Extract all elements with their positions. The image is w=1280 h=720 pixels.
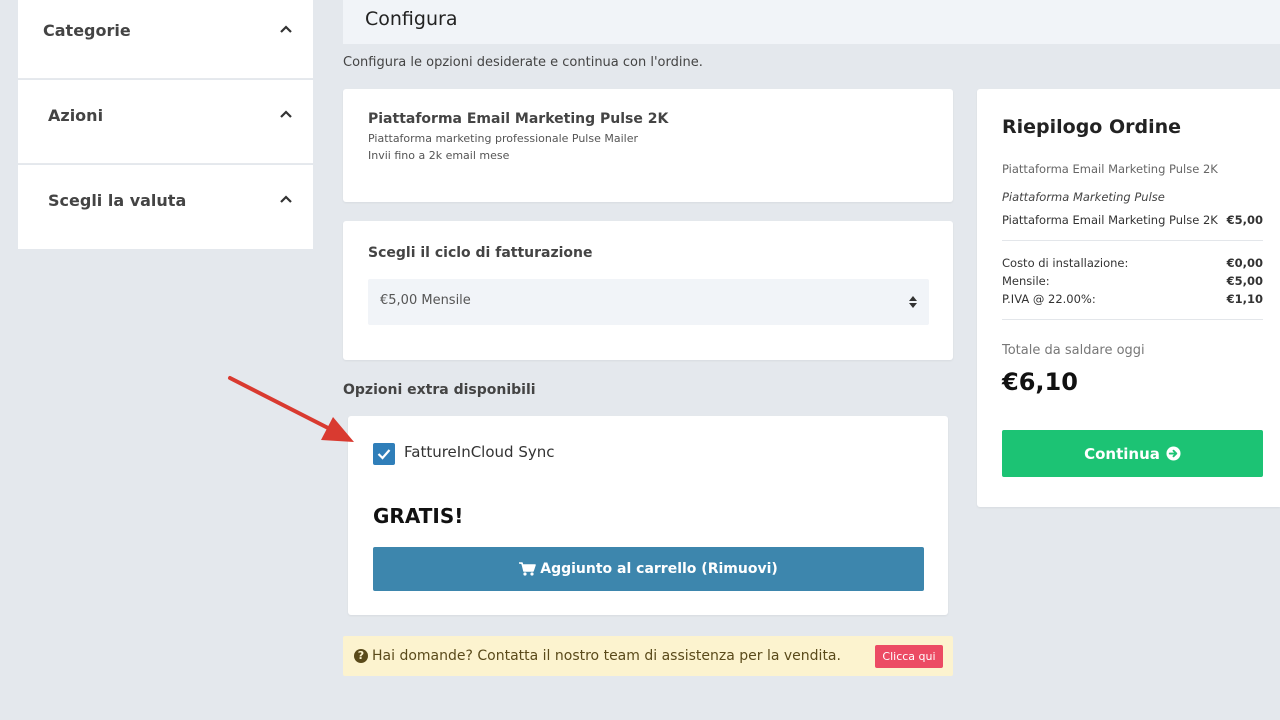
addon-name[interactable]: FattureInCloud Sync (404, 443, 554, 461)
summary-row-label: P.IVA @ 22.00%: (1002, 292, 1096, 306)
product-card: Piattaforma Email Marketing Pulse 2K Pia… (343, 89, 953, 202)
sort-icon (909, 296, 917, 308)
summary-row-value: €5,00 (1226, 274, 1263, 288)
page-header: Configura (343, 0, 1280, 44)
billing-cycle-card: Scegli il ciclo di fatturazione €5,00 Me… (343, 221, 953, 360)
order-summary: Riepilogo Ordine Piattaforma Email Marke… (977, 89, 1280, 507)
sidebar-panel-azioni[interactable]: Azioni (18, 80, 313, 164)
summary-row-value: €5,00 (1226, 213, 1263, 227)
total-label: Totale da saldare oggi (1002, 343, 1145, 358)
addon-card: FattureInCloud Sync GRATIS! Aggiunto al … (348, 416, 948, 615)
summary-tax-row: P.IVA @ 22.00%: €1,10 (1002, 292, 1263, 306)
summary-group-name: Piattaforma Marketing Pulse (1002, 190, 1165, 204)
summary-row-label: Mensile: (1002, 274, 1050, 288)
extras-title: Opzioni extra disponibili (343, 382, 536, 398)
question-circle-icon: ? (354, 649, 368, 663)
summary-product-name: Piattaforma Email Marketing Pulse 2K (1002, 162, 1218, 176)
continue-button[interactable]: Continua (1002, 430, 1263, 477)
sidebar-panel-valuta[interactable]: Scegli la valuta (18, 165, 313, 249)
product-description: Piattaforma marketing professionale Puls… (368, 132, 638, 145)
summary-setup-row: Costo di installazione: €0,00 (1002, 256, 1263, 270)
sidebar-panel-title: Categorie (43, 21, 131, 40)
addon-checkbox[interactable] (373, 443, 395, 465)
addon-price: GRATIS! (373, 504, 464, 528)
divider (1002, 319, 1263, 320)
remove-from-cart-button[interactable]: Aggiunto al carrello (Rimuovi) (373, 547, 924, 591)
product-name: Piattaforma Email Marketing Pulse 2K (368, 111, 669, 127)
summary-monthly-row: Mensile: €5,00 (1002, 274, 1263, 288)
order-summary-title: Riepilogo Ordine (1002, 116, 1182, 138)
help-text: Hai domande? Contatta il nostro team di … (372, 648, 841, 664)
total-value: €6,10 (1002, 368, 1078, 396)
sidebar-panel-title: Azioni (48, 106, 104, 125)
summary-row-value: €1,10 (1226, 292, 1263, 306)
chevron-up-icon[interactable] (279, 107, 293, 121)
remove-from-cart-label: Aggiunto al carrello (Rimuovi) (540, 561, 778, 577)
sales-help-bar: ? Hai domande? Contatta il nostro team d… (343, 636, 953, 676)
check-icon (377, 449, 391, 460)
cart-icon (519, 562, 537, 576)
page-title: Configura (365, 8, 458, 30)
sidebar-panel-title: Scegli la valuta (48, 191, 187, 210)
arrow-circle-right-icon (1166, 446, 1181, 461)
summary-row-label: Costo di installazione: (1002, 256, 1129, 270)
billing-cycle-value: €5,00 Mensile (380, 293, 471, 308)
summary-item-row: Piattaforma Email Marketing Pulse 2K €5,… (1002, 213, 1263, 227)
chevron-up-icon[interactable] (279, 192, 293, 206)
continue-label: Continua (1084, 444, 1160, 463)
divider (1002, 240, 1263, 241)
help-contact-button[interactable]: Clicca qui (875, 645, 943, 668)
page-subtitle: Configura le opzioni desiderate e contin… (343, 55, 703, 70)
billing-cycle-select[interactable]: €5,00 Mensile (368, 279, 929, 325)
billing-cycle-label: Scegli il ciclo di fatturazione (368, 245, 593, 261)
product-description: Invii fino a 2k email mese (368, 149, 510, 162)
summary-row-label: Piattaforma Email Marketing Pulse 2K (1002, 213, 1218, 227)
sidebar-panel-categorie[interactable]: Categorie (18, 0, 313, 79)
chevron-up-icon[interactable] (279, 22, 293, 36)
summary-row-value: €0,00 (1226, 256, 1263, 270)
